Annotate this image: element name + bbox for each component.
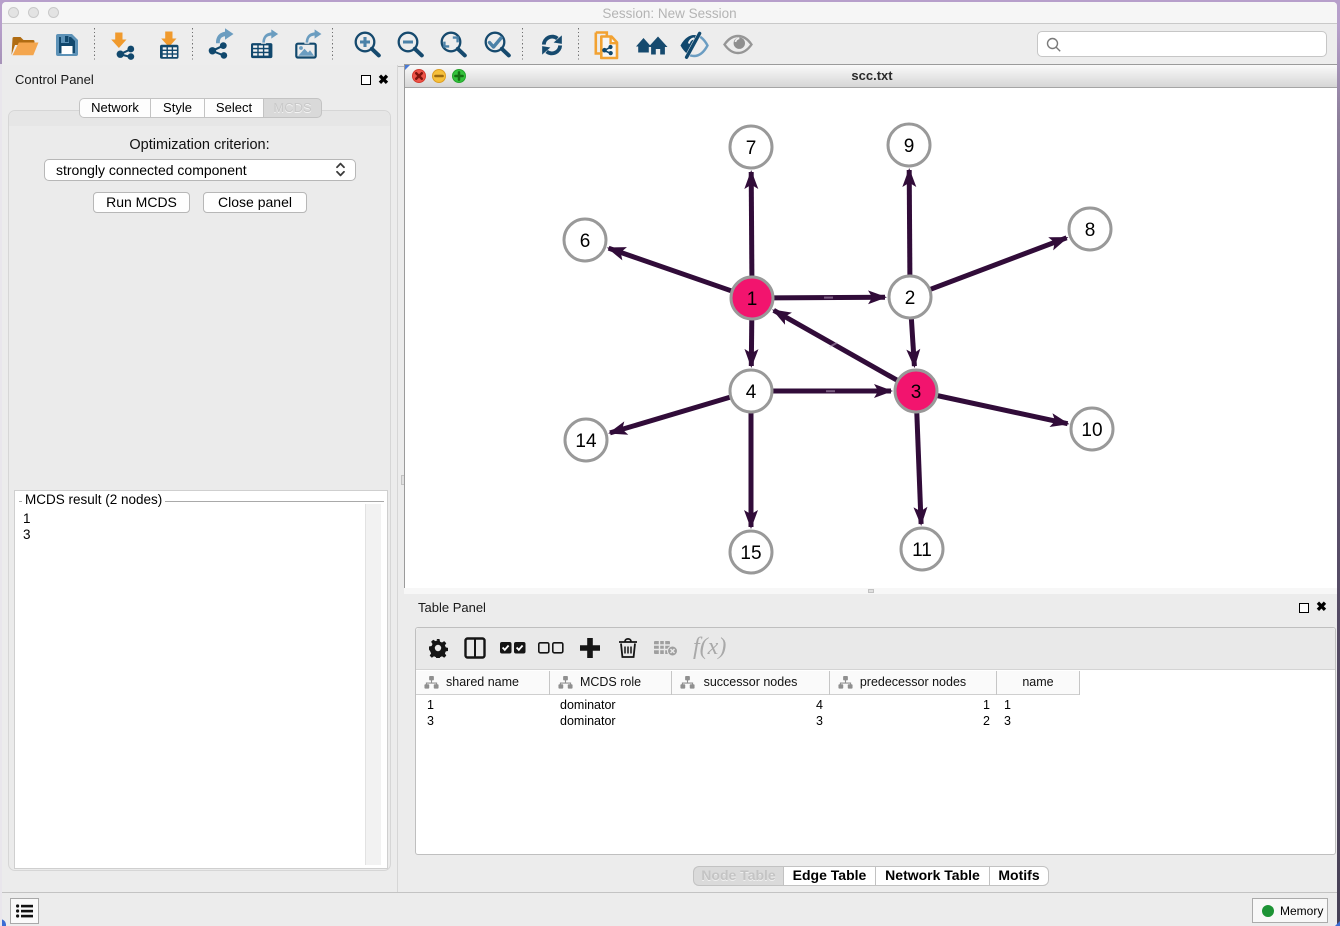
svg-text:9: 9 <box>904 136 915 157</box>
svg-text:2: 2 <box>905 288 916 309</box>
svg-text:4: 4 <box>746 382 757 403</box>
svg-text:15: 15 <box>740 543 761 564</box>
svg-text:11: 11 <box>912 540 932 561</box>
svg-text:14: 14 <box>575 431 597 452</box>
svg-text:7: 7 <box>746 138 757 159</box>
svg-text:3: 3 <box>911 382 922 403</box>
svg-text:8: 8 <box>1085 220 1096 241</box>
svg-text:6: 6 <box>580 231 591 252</box>
svg-text:10: 10 <box>1081 420 1102 441</box>
svg-text:1: 1 <box>747 289 758 310</box>
